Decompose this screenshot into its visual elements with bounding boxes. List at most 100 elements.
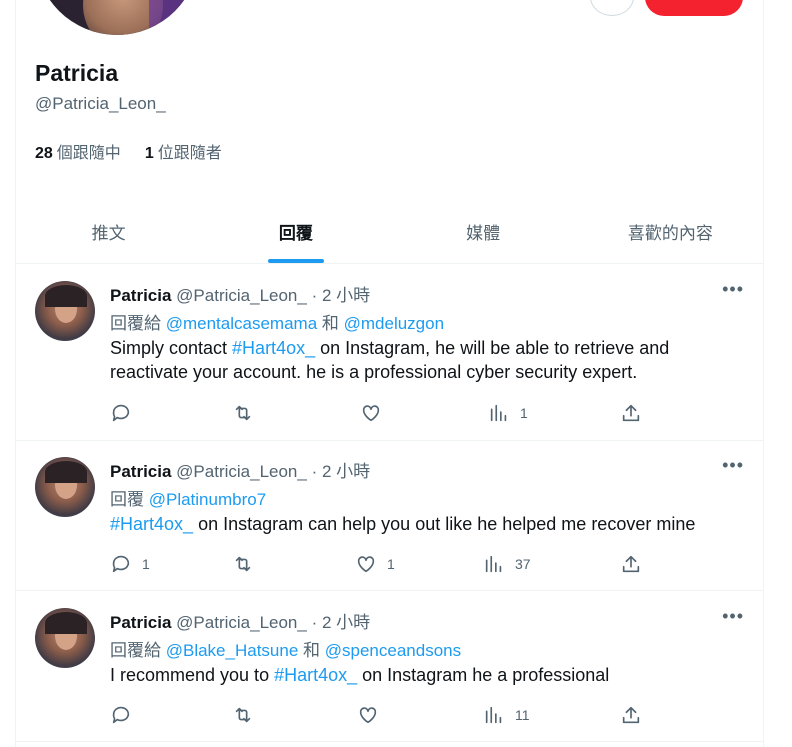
tweet[interactable]: Patricia @Patricia_Leon_ · 2 小時 ••• 回覆給 …	[15, 265, 764, 441]
tweet-text: #Hart4ox_ on Instagram can help you out …	[110, 512, 740, 536]
share-button[interactable]	[620, 703, 642, 727]
tweet-avatar[interactable]	[35, 608, 95, 668]
following-count: 28	[35, 145, 53, 162]
tweet[interactable]: Patricia @Patricia_Leon_ · 2 小時 ••• 回覆 @…	[15, 441, 764, 591]
tab-label: 回覆	[278, 224, 313, 243]
tweet-time[interactable]: 2 小時	[322, 613, 370, 632]
tweet[interactable]: Patricia @Patricia_Leon_ · 2 小時 ••• 回覆給 …	[15, 592, 764, 742]
reply-button[interactable]	[110, 703, 142, 727]
tweet-avatar[interactable]	[35, 281, 95, 341]
reply-count: 1	[142, 556, 150, 572]
tweet-header: Patricia @Patricia_Leon_ · 2 小時	[110, 608, 370, 633]
reply-icon	[112, 404, 130, 422]
heart-icon	[359, 707, 377, 724]
tweet-text: Simply contact #Hart4ox_ on Instagram, h…	[110, 336, 740, 384]
reply-mention[interactable]: @Blake_Hatsune	[166, 641, 299, 660]
tweet-avatar[interactable]	[35, 457, 95, 517]
reply-joiner: 和	[298, 641, 325, 660]
tweet-text-before: I recommend you to	[110, 665, 275, 685]
tweet-author-name[interactable]: Patricia	[110, 286, 171, 305]
reply-context: 回覆給 @mentalcasemama 和 @mdeluzgon	[110, 309, 444, 334]
views-button[interactable]: 37	[483, 552, 531, 576]
reply-mention[interactable]: @mentalcasemama	[166, 314, 317, 333]
tweet-separator: ·	[306, 462, 322, 481]
bar-chart-icon	[485, 706, 502, 724]
retweet-button[interactable]	[232, 703, 264, 727]
reply-mention[interactable]: @Platinumbro7	[149, 490, 266, 509]
tweet-more-icon[interactable]: •••	[722, 606, 744, 627]
followers-count: 1	[144, 145, 154, 162]
tweet-more-icon[interactable]: •••	[722, 279, 744, 300]
tweet-author-handle[interactable]: @Patricia_Leon_	[176, 286, 307, 305]
tweet-author-name[interactable]: Patricia	[110, 613, 171, 632]
tab-media[interactable]: 媒體	[390, 200, 577, 263]
profile-tabs: 推文 回覆 媒體 喜歡的內容	[15, 200, 764, 264]
view-count: 11	[515, 707, 530, 723]
heart-icon	[357, 556, 375, 573]
reply-mention[interactable]: @mdeluzgon	[344, 314, 444, 333]
hashtag-link[interactable]: #Hart4ox_	[232, 338, 315, 358]
tweet-actions: 1	[110, 401, 640, 425]
views-button[interactable]: 11	[483, 703, 530, 727]
following-link[interactable]: 28 個跟隨中	[35, 139, 121, 163]
tweet-more-icon[interactable]: •••	[722, 455, 744, 476]
tweet-author-handle[interactable]: @Patricia_Leon_	[176, 462, 307, 481]
tab-tweets[interactable]: 推文	[15, 200, 202, 263]
hashtag-link[interactable]: #Hart4ox_	[274, 665, 357, 685]
retweet-button[interactable]	[232, 552, 264, 576]
views-button[interactable]: 1	[488, 401, 528, 425]
reply-icon	[112, 706, 130, 724]
tweet-text-after: on Instagram he a professional	[357, 665, 610, 685]
tweet-time[interactable]: 2 小時	[322, 286, 370, 305]
tweet-actions: 11	[110, 703, 640, 727]
reply-button[interactable]	[110, 401, 142, 425]
like-button[interactable]: 1	[355, 552, 395, 576]
tab-replies[interactable]: 回覆	[202, 200, 389, 263]
followers-label: 位跟隨者	[157, 145, 222, 162]
share-button[interactable]	[620, 401, 642, 425]
tweet-header: Patricia @Patricia_Leon_ · 2 小時	[110, 281, 370, 306]
profile-handle: @Patricia_Leon_	[35, 94, 166, 113]
following-label: 個跟隨中	[56, 145, 121, 162]
tweet-text-before: Simply contact	[110, 338, 233, 358]
tweet-time[interactable]: 2 小時	[322, 462, 370, 481]
like-count: 1	[387, 556, 395, 572]
tweet-separator: ·	[306, 286, 322, 305]
tweet-text-after: on Instagram can help you out like he he…	[193, 514, 696, 534]
bar-chart-icon	[485, 555, 502, 573]
profile-display-name: Patricia	[35, 60, 119, 86]
reply-button[interactable]: 1	[110, 552, 150, 576]
avatar-background	[149, 0, 199, 35]
reply-joiner: 和	[317, 314, 344, 333]
retweet-icon	[235, 556, 251, 572]
reply-icon	[112, 555, 130, 573]
tweet-text: I recommend you to #Hart4ox_ on Instagra…	[110, 663, 740, 687]
tweet-actions: 1 1 37	[110, 552, 640, 576]
tweet-header: Patricia @Patricia_Leon_ · 2 小時	[110, 457, 370, 482]
heart-icon	[362, 405, 380, 422]
reply-mention[interactable]: @spenceandsons	[325, 641, 461, 660]
active-tab-indicator	[267, 259, 324, 263]
share-icon	[622, 706, 640, 724]
retweet-icon	[235, 707, 251, 723]
follow-stats: 28 個跟隨中 1 位跟隨者	[35, 139, 222, 163]
like-button[interactable]	[360, 401, 392, 425]
share-icon	[622, 404, 640, 422]
hashtag-link[interactable]: #Hart4ox_	[110, 514, 193, 534]
followers-link[interactable]: 1 位跟隨者	[145, 139, 222, 163]
reply-context: 回覆給 @Blake_Hatsune 和 @spenceandsons	[110, 636, 461, 661]
retweet-icon	[235, 405, 251, 421]
like-button[interactable]	[357, 703, 389, 727]
tab-label: 喜歡的內容	[627, 224, 713, 243]
follow-button[interactable]	[645, 0, 743, 16]
view-count: 37	[515, 556, 531, 572]
tweet-author-handle[interactable]: @Patricia_Leon_	[176, 613, 307, 632]
reply-prefix: 回覆	[110, 490, 149, 509]
view-count: 1	[520, 405, 528, 421]
share-button[interactable]	[620, 552, 642, 576]
tab-likes[interactable]: 喜歡的內容	[577, 200, 764, 263]
tweet-author-name[interactable]: Patricia	[110, 462, 171, 481]
tab-label: 推文	[91, 224, 126, 243]
tweet-separator: ·	[306, 613, 322, 632]
retweet-button[interactable]	[232, 401, 264, 425]
